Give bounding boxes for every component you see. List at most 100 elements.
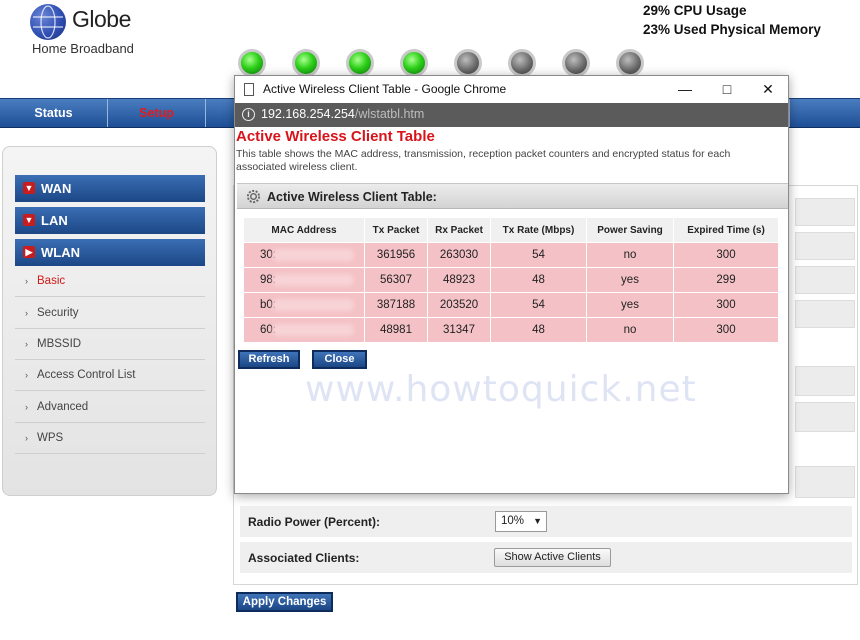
url-host: 192.168.254.254 xyxy=(261,107,355,121)
associated-clients-label: Associated Clients: xyxy=(248,551,360,565)
sidebar-item-mbssid[interactable]: › MBSSID xyxy=(15,329,205,360)
sidebar-item-advanced[interactable]: › Advanced xyxy=(15,392,205,423)
sidebar-section-wlan[interactable]: ▶ WLAN xyxy=(15,239,205,266)
tx-rate-cell: 54 xyxy=(491,243,586,267)
status-led-icon xyxy=(238,49,266,77)
tab-blank[interactable] xyxy=(789,99,795,127)
memory-usage: 23% Used Physical Memory xyxy=(643,22,821,37)
table-row: 30: 361956 263030 54 no 300 xyxy=(244,243,778,267)
bullet-icon: › xyxy=(25,308,28,318)
client-table-panel-header: Active Wireless Client Table: xyxy=(237,183,788,209)
tx-rate-cell: 54 xyxy=(491,293,586,317)
mac-address-cell: 60: xyxy=(244,318,364,342)
sidebar-item-label: WPS xyxy=(37,432,64,444)
sidebar-section-lan[interactable]: ▼ LAN xyxy=(15,207,205,234)
column-header: Tx Packet xyxy=(365,218,427,242)
system-stats: 29% CPU Usage 23% Used Physical Memory xyxy=(643,1,821,39)
brand-subtitle: Home Broadband xyxy=(32,41,134,56)
chevron-right-icon: ▶ xyxy=(23,246,35,258)
settings-row xyxy=(795,366,855,396)
sidebar-item-label: Security xyxy=(37,307,79,319)
radio-power-value: 10% xyxy=(501,515,525,527)
sidebar-section-wan[interactable]: ▼ WAN xyxy=(15,175,205,202)
address-bar[interactable]: i 192.168.254.254/wlstatbl.htm xyxy=(235,103,788,127)
status-led-icon xyxy=(454,49,482,77)
popup-titlebar[interactable]: Active Wireless Client Table - Google Ch… xyxy=(235,76,788,103)
redacted-mac xyxy=(272,249,354,261)
minimize-icon[interactable]: — xyxy=(675,79,695,99)
column-header: Rx Packet xyxy=(428,218,490,242)
table-row: 98: 56307 48923 48 yes 299 xyxy=(244,268,778,292)
settings-row xyxy=(795,466,855,498)
table-row: b0: 387188 203520 54 yes 300 xyxy=(244,293,778,317)
settings-row xyxy=(795,266,855,294)
sidebar-item-access-control-list[interactable]: › Access Control List xyxy=(15,360,205,391)
chevron-down-icon: ▼ xyxy=(23,182,35,194)
table-header-row: MAC Address Tx Packet Rx Packet Tx Rate … xyxy=(244,218,778,242)
rx-packet-cell: 203520 xyxy=(428,293,490,317)
redacted-mac xyxy=(272,299,354,311)
popup-description: This table shows the MAC address, transm… xyxy=(236,148,731,173)
settings-row xyxy=(795,198,855,226)
sidebar-section-label: WLAN xyxy=(41,245,80,260)
info-icon[interactable]: i xyxy=(242,108,255,121)
settings-row xyxy=(795,402,855,432)
sidebar-item-basic[interactable]: › Basic xyxy=(15,266,205,297)
tx-packet-cell: 56307 xyxy=(365,268,427,292)
status-led-icon xyxy=(346,49,374,77)
column-header: MAC Address xyxy=(244,218,364,242)
close-button[interactable]: Close xyxy=(312,350,367,369)
column-header: Power Saving xyxy=(587,218,673,242)
status-led-icon xyxy=(562,49,590,77)
sidebar-item-label: Basic xyxy=(37,275,66,287)
power-saving-cell: yes xyxy=(587,293,673,317)
bullet-icon: › xyxy=(25,433,28,443)
power-saving-cell: yes xyxy=(587,268,673,292)
client-table: MAC Address Tx Packet Rx Packet Tx Rate … xyxy=(243,217,779,343)
mac-address-cell: b0: xyxy=(244,293,364,317)
popup-heading: Active Wireless Client Table xyxy=(236,128,435,145)
radio-power-label: Radio Power (Percent): xyxy=(248,515,381,529)
url-path: /wlstatbl.htm xyxy=(354,107,425,121)
refresh-button[interactable]: Refresh xyxy=(238,350,300,369)
settings-row xyxy=(795,300,855,328)
dropdown-arrow-icon: ▼ xyxy=(533,516,542,526)
mac-address-cell: 30: xyxy=(244,243,364,267)
maximize-icon[interactable]: □ xyxy=(717,79,737,99)
column-header: Expired Time (s) xyxy=(674,218,778,242)
sidebar: ▼ WAN ▼ LAN ▶ WLAN › Basic › Security › … xyxy=(2,146,217,496)
sidebar-section-label: WAN xyxy=(41,181,72,196)
sidebar-item-wps[interactable]: › WPS xyxy=(15,423,205,454)
expired-time-cell: 300 xyxy=(674,293,778,317)
tab-blank[interactable] xyxy=(206,99,234,127)
cpu-usage: 29% CPU Usage xyxy=(643,3,747,18)
column-header: Tx Rate (Mbps) xyxy=(491,218,586,242)
client-table-popup: Active Wireless Client Table - Google Ch… xyxy=(234,75,789,494)
mac-address-cell: 98: xyxy=(244,268,364,292)
sidebar-item-label: MBSSID xyxy=(37,338,82,350)
tx-packet-cell: 361956 xyxy=(365,243,427,267)
brand-name: Globe xyxy=(72,6,131,32)
globe-logo-icon xyxy=(30,4,66,40)
sidebar-section-label: LAN xyxy=(41,213,68,228)
status-led-icon xyxy=(508,49,536,77)
sidebar-item-security[interactable]: › Security xyxy=(15,298,205,329)
tab-setup[interactable]: Setup xyxy=(108,99,206,127)
power-saving-cell: no xyxy=(587,318,673,342)
status-led-icon xyxy=(400,49,428,77)
status-led-icon xyxy=(292,49,320,77)
tab-status[interactable]: Status xyxy=(0,99,108,127)
expired-time-cell: 300 xyxy=(674,318,778,342)
rx-packet-cell: 31347 xyxy=(428,318,490,342)
chevron-down-icon: ▼ xyxy=(23,214,35,226)
expired-time-cell: 299 xyxy=(674,268,778,292)
bullet-icon: › xyxy=(25,402,28,412)
radio-power-select[interactable]: 10% ▼ xyxy=(495,511,547,532)
apply-changes-button[interactable]: Apply Changes xyxy=(236,592,333,612)
popup-window-title: Active Wireless Client Table - Google Ch… xyxy=(263,82,507,96)
tx-rate-cell: 48 xyxy=(491,268,586,292)
close-icon[interactable]: ✕ xyxy=(758,79,778,99)
show-active-clients-button[interactable]: Show Active Clients xyxy=(494,548,611,567)
bullet-icon: › xyxy=(25,339,28,349)
tx-packet-cell: 387188 xyxy=(365,293,427,317)
